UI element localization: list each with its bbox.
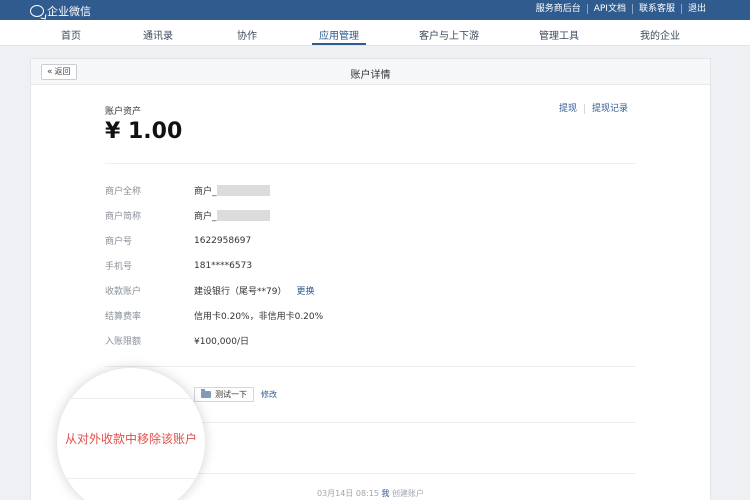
divider — [105, 366, 636, 367]
card-header: « 返回 账户详情 — [31, 59, 710, 85]
divider — [105, 163, 636, 164]
app-logo[interactable]: 企业微信 — [30, 3, 91, 19]
detail-value: 建设银行（尾号**79） — [194, 287, 287, 297]
redaction-block — [216, 185, 270, 196]
top-bar: 企业微信 服务商后台 API文档 联系客服 退出 — [0, 0, 750, 20]
detail-row-deposit-limit: 入账限额 ¥100,000/日 — [105, 334, 249, 347]
folder-icon — [201, 389, 211, 398]
nav-contacts[interactable]: 通讯录 — [143, 27, 173, 42]
top-links: 服务商后台 API文档 联系客服 退出 — [530, 4, 712, 14]
nav-app-management[interactable]: 应用管理 — [319, 27, 359, 42]
detail-row-fee-rate: 结算费率 信用卡0.20%，非信用卡0.20% — [105, 309, 323, 322]
active-tab-indicator — [312, 43, 366, 45]
detail-row-receiving-account: 收款账户 建设银行（尾号**79） 更换 — [105, 284, 314, 297]
nav-management-tools[interactable]: 管理工具 — [539, 27, 579, 42]
main-nav: 首页 通讯录 协作 应用管理 客户与上下游 管理工具 我的企业 — [0, 20, 750, 46]
asset-value: ¥ 1.00 — [105, 119, 183, 144]
detail-row-merchant-id: 商户号 1622958697 — [105, 234, 252, 248]
detail-row-short-name: 商户简称 商户_ — [105, 209, 270, 222]
detail-row-phone: 手机号 181****6573 — [105, 259, 253, 273]
page-title: 账户详情 — [350, 70, 391, 81]
log-time: 03月14日 08:15 — [316, 489, 379, 498]
detail-label: 手机号 — [105, 262, 133, 272]
detail-label: 商户号 — [105, 237, 133, 247]
detail-label: 商户简称 — [105, 212, 142, 222]
change-account-link[interactable]: 更换 — [296, 284, 314, 297]
nav-customers[interactable]: 客户与上下游 — [419, 27, 479, 42]
detail-label: 入账限额 — [105, 337, 142, 347]
asset-label: 账户资产 — [105, 107, 142, 117]
account-tag-row: 测试一下 修改 — [194, 387, 277, 402]
detail-value: ¥100,000/日 — [194, 337, 249, 347]
link-logout[interactable]: 退出 — [680, 4, 712, 14]
nav-collaboration[interactable]: 协作 — [237, 27, 257, 42]
chat-bubble-icon — [30, 5, 44, 17]
link-provider-console[interactable]: 服务商后台 — [530, 4, 587, 14]
withdraw-link[interactable]: 提现 — [552, 104, 584, 114]
log-action: 创建账户 — [392, 489, 425, 498]
detail-value-wrap: 商户_ — [194, 184, 270, 197]
link-contact-support[interactable]: 联系客服 — [631, 4, 681, 14]
tag-label: 测试一下 — [215, 390, 247, 399]
nav-my-enterprise[interactable]: 我的企业 — [640, 27, 680, 42]
detail-value: 1622958697 — [194, 235, 252, 246]
detail-value: 商户_ — [194, 187, 217, 197]
detail-value: 商户_ — [194, 212, 217, 222]
redaction-block — [216, 210, 270, 221]
edit-tag-link[interactable]: 修改 — [261, 389, 277, 400]
divider — [57, 478, 205, 479]
withdraw-records-link[interactable]: 提现记录 — [583, 104, 635, 114]
app-name: 企业微信 — [47, 5, 91, 18]
link-api-docs[interactable]: API文档 — [586, 4, 632, 14]
log-user[interactable]: 我 — [381, 489, 389, 498]
detail-row-full-name: 商户全称 商户_ — [105, 184, 270, 197]
detail-label: 收款账户 — [105, 287, 142, 297]
asset-actions: 提现 提现记录 — [552, 104, 635, 114]
detail-value: 信用卡0.20%，非信用卡0.20% — [194, 312, 324, 322]
detail-value-wrap: 商户_ — [194, 209, 270, 222]
remove-account-button[interactable]: 从对外收款中移除该账户 — [65, 430, 197, 447]
account-tag[interactable]: 测试一下 — [194, 387, 254, 402]
detail-value: 181****6573 — [194, 260, 253, 271]
divider — [57, 398, 205, 399]
detail-label: 商户全称 — [105, 187, 142, 197]
nav-home[interactable]: 首页 — [61, 27, 81, 42]
detail-label: 结算费率 — [105, 312, 142, 322]
